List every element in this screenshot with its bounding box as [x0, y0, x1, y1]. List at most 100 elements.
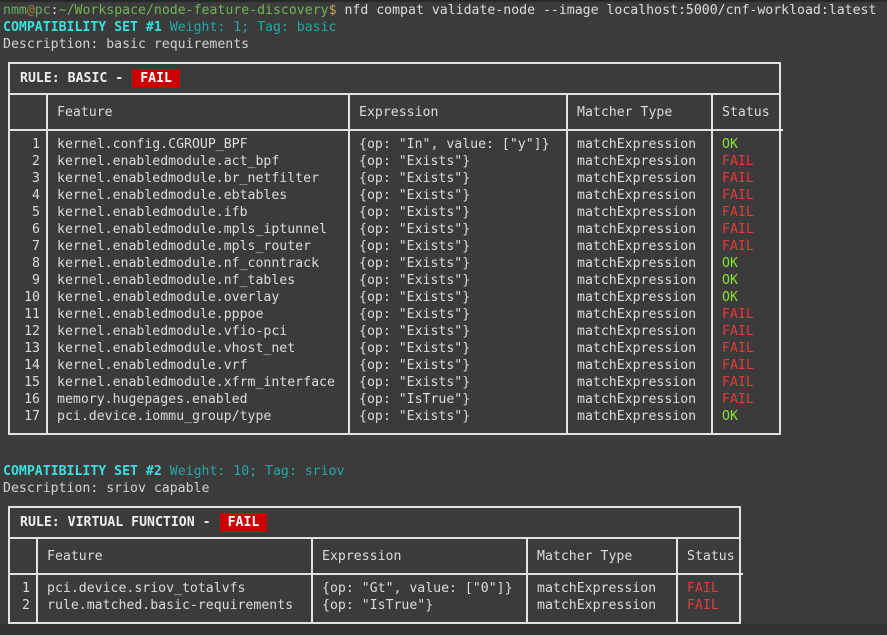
row-index: 6	[10, 221, 47, 238]
command-text: nfd compat validate-node --image localho…	[337, 3, 877, 18]
prompt-dollar: $	[329, 3, 337, 18]
status-cell: FAIL	[712, 306, 783, 323]
col-header-feature: Feature	[47, 95, 349, 130]
row-index: 3	[10, 170, 47, 187]
feature-cell: memory.hugepages.enabled	[47, 391, 349, 408]
row-index: 7	[10, 238, 47, 255]
rule-status-badge: FAIL	[220, 513, 268, 532]
set-1-meta: Weight: 1; Tag: basic	[162, 20, 337, 35]
feature-cell: kernel.enabledmodule.act_bpf	[47, 153, 349, 170]
status-cell: FAIL	[712, 238, 783, 255]
status-cell: FAIL	[712, 221, 783, 238]
table-row: 6 kernel.enabledmodule.mpls_iptunnel {op…	[10, 221, 783, 238]
table-row: 5 kernel.enabledmodule.ifb {op: "Exists"…	[10, 204, 783, 221]
table-row: 3 kernel.enabledmodule.br_netfilter {op:…	[10, 170, 783, 187]
status-cell: OK	[712, 255, 783, 272]
table-row: 15 kernel.enabledmodule.xfrm_interface {…	[10, 374, 783, 391]
row-index: 8	[10, 255, 47, 272]
status-cell: OK	[712, 289, 783, 306]
status-cell: FAIL	[712, 187, 783, 204]
feature-cell: rule.matched.basic-requirements	[37, 597, 312, 622]
row-index: 12	[10, 323, 47, 340]
rule-label: RULE: VIRTUAL FUNCTION -	[20, 514, 211, 531]
expression-cell: {op: "Exists"}	[349, 255, 567, 272]
rule-table-basic: RULE: BASIC -FAIL Feature Expression Mat…	[8, 62, 781, 435]
feature-cell: kernel.config.CGROUP_BPF	[47, 130, 349, 153]
col-header-status: Status	[712, 95, 783, 130]
compatibility-set-2: COMPATIBILITY SET #2 Weight: 10; Tag: sr…	[3, 463, 887, 624]
expression-cell: {op: "Exists"}	[349, 357, 567, 374]
row-index: 4	[10, 187, 47, 204]
status-cell: FAIL	[712, 204, 783, 221]
row-index: 16	[10, 391, 47, 408]
feature-cell: pci.device.iommu_group/type	[47, 408, 349, 433]
matcher-type-cell: matchExpression	[567, 323, 712, 340]
expression-cell: {op: "Exists"}	[349, 374, 567, 391]
expression-cell: {op: "Exists"}	[349, 170, 567, 187]
status-cell: OK	[712, 272, 783, 289]
table-row: 14 kernel.enabledmodule.vrf {op: "Exists…	[10, 357, 783, 374]
status-cell: FAIL	[712, 357, 783, 374]
matcher-type-cell: matchExpression	[567, 238, 712, 255]
matcher-type-cell: matchExpression	[567, 187, 712, 204]
col-header-status: Status	[677, 539, 743, 574]
expression-cell: {op: "Exists"}	[349, 289, 567, 306]
status-cell: FAIL	[712, 340, 783, 357]
table-row: 2 kernel.enabledmodule.act_bpf {op: "Exi…	[10, 153, 783, 170]
table-row: 13 kernel.enabledmodule.vhost_net {op: "…	[10, 340, 783, 357]
col-header-expression: Expression	[349, 95, 567, 130]
expression-cell: {op: "Exists"}	[349, 323, 567, 340]
col-header-expression: Expression	[312, 539, 527, 574]
expression-cell: {op: "IsTrue"}	[312, 597, 527, 622]
set-2-title: COMPATIBILITY SET #2	[3, 464, 162, 479]
matcher-type-cell: matchExpression	[567, 340, 712, 357]
prompt-host: pc	[35, 3, 51, 18]
feature-cell: kernel.enabledmodule.nf_tables	[47, 272, 349, 289]
row-index: 11	[10, 306, 47, 323]
feature-cell: kernel.enabledmodule.mpls_iptunnel	[47, 221, 349, 238]
feature-cell: kernel.enabledmodule.vhost_net	[47, 340, 349, 357]
table-row: 8 kernel.enabledmodule.nf_conntrack {op:…	[10, 255, 783, 272]
table-row: 11 kernel.enabledmodule.pppoe {op: "Exis…	[10, 306, 783, 323]
feature-cell: kernel.enabledmodule.vfio-pci	[47, 323, 349, 340]
matcher-type-cell: matchExpression	[567, 306, 712, 323]
expression-cell: {op: "Exists"}	[349, 238, 567, 255]
status-cell: OK	[712, 130, 783, 153]
row-index: 13	[10, 340, 47, 357]
row-index: 1	[10, 130, 47, 153]
matcher-type-cell: matchExpression	[567, 374, 712, 391]
feature-cell: kernel.enabledmodule.ifb	[47, 204, 349, 221]
rule-status-badge: FAIL	[132, 69, 180, 88]
feature-cell: kernel.enabledmodule.nf_conntrack	[47, 255, 349, 272]
row-index: 1	[10, 574, 37, 597]
rule-header-virtual-function: RULE: VIRTUAL FUNCTION - FAIL	[10, 508, 739, 539]
expression-cell: {op: "Exists"}	[349, 153, 567, 170]
feature-cell: kernel.enabledmodule.xfrm_interface	[47, 374, 349, 391]
expression-cell: {op: "Exists"}	[349, 272, 567, 289]
feature-cell: kernel.enabledmodule.ebtables	[47, 187, 349, 204]
row-index: 9	[10, 272, 47, 289]
col-header-index	[10, 539, 37, 574]
row-index: 2	[10, 597, 37, 622]
feature-cell: kernel.enabledmodule.overlay	[47, 289, 349, 306]
row-index: 5	[10, 204, 47, 221]
expression-cell: {op: "Exists"}	[349, 340, 567, 357]
status-cell: FAIL	[712, 153, 783, 170]
status-cell: FAIL	[712, 391, 783, 408]
feature-cell: kernel.enabledmodule.br_netfilter	[47, 170, 349, 187]
expression-cell: {op: "Exists"}	[349, 408, 567, 433]
set-2-meta: Weight: 10; Tag: sriov	[162, 464, 345, 479]
matcher-type-cell: matchExpression	[567, 170, 712, 187]
rule-table-virtual-function: RULE: VIRTUAL FUNCTION -FAIL Feature Exp…	[8, 506, 741, 624]
matcher-type-cell: matchExpression	[567, 221, 712, 238]
set-2-heading: COMPATIBILITY SET #2 Weight: 10; Tag: sr…	[3, 463, 887, 480]
terminal-screen[interactable]: nmm@pc:~/Workspace/node-feature-discover…	[3, 2, 887, 624]
matcher-type-cell: matchExpression	[567, 153, 712, 170]
status-cell: OK	[712, 408, 783, 433]
matcher-type-cell: matchExpression	[567, 289, 712, 306]
matcher-type-cell: matchExpression	[527, 574, 677, 597]
status-cell: FAIL	[677, 574, 743, 597]
expression-cell: {op: "IsTrue"}	[349, 391, 567, 408]
status-cell: FAIL	[712, 374, 783, 391]
prompt-at-symbol: @	[27, 3, 35, 18]
